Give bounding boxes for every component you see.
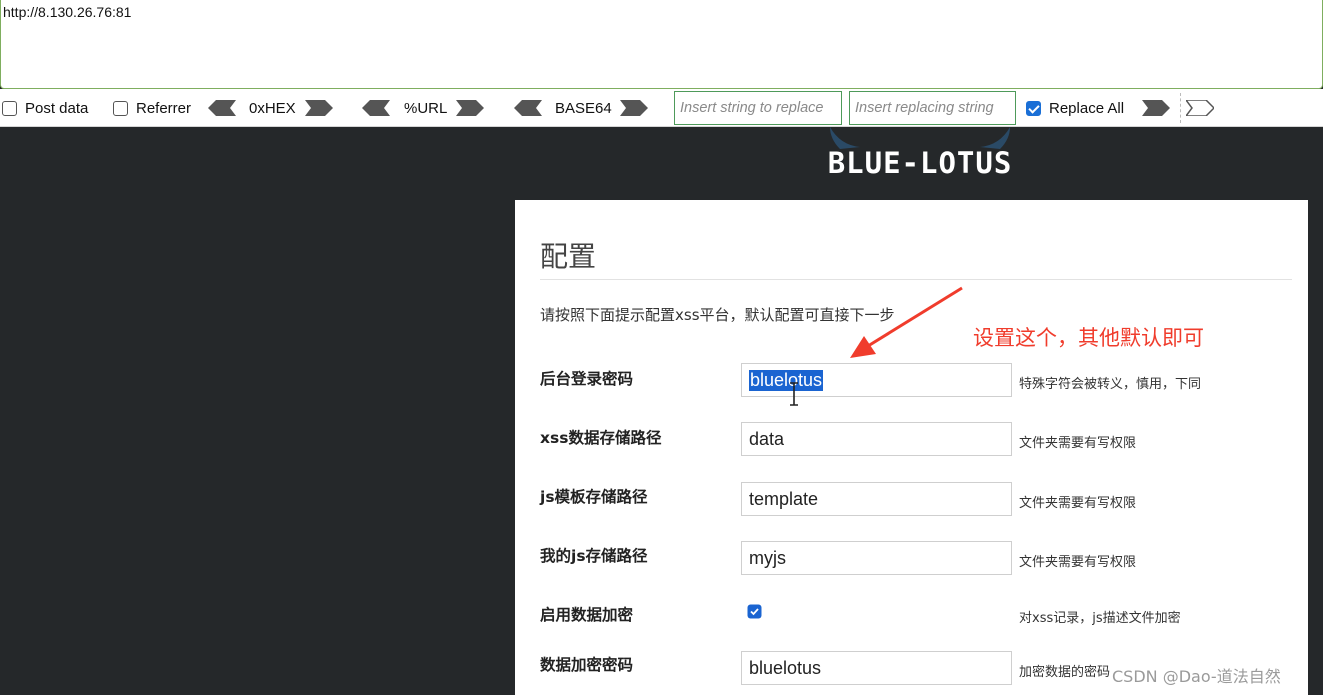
- my-js-path-label: 我的js存储路径: [540, 547, 648, 565]
- arrow-left-icon: [208, 100, 236, 116]
- hex-encode-button[interactable]: [305, 89, 333, 127]
- watermark: CSDN @Dao-道法自然: [1112, 667, 1281, 686]
- base64-label: BASE64: [555, 99, 612, 117]
- replace-all-checkbox[interactable]: [1026, 100, 1041, 116]
- arrow-right-icon: [305, 100, 333, 116]
- arrow-right-icon: [1142, 100, 1170, 116]
- my-js-path-input[interactable]: myjs: [741, 541, 1012, 575]
- replace-search-input[interactable]: Insert string to replace: [674, 91, 842, 125]
- xss-data-path-value: data: [749, 428, 785, 449]
- url-label: %URL: [404, 99, 448, 117]
- hex-label: 0xHEX: [249, 99, 296, 117]
- my-js-path-hint: 文件夹需要有写权限: [1019, 555, 1137, 570]
- base64-encode-button[interactable]: [620, 89, 648, 127]
- annotation-arrow-icon: [850, 286, 963, 358]
- arrow-right-icon: [620, 100, 648, 116]
- encryption-password-input[interactable]: bluelotus: [741, 651, 1012, 685]
- replace-apply-button[interactable]: [1142, 89, 1170, 127]
- toolbar-divider: [1180, 93, 1181, 123]
- url-encode-button[interactable]: [456, 89, 484, 127]
- blue-lotus-logo: BLUE-LOTUS: [828, 127, 1013, 180]
- logo-text: BLUE-LOTUS: [828, 146, 1013, 180]
- hex-decode-button[interactable]: [208, 89, 236, 127]
- xss-data-path-input[interactable]: data: [741, 422, 1012, 456]
- xss-data-path-label: xss数据存储路径: [540, 429, 662, 447]
- encryption-password-value: bluelotus: [749, 657, 822, 678]
- xss-data-path-hint: 文件夹需要有写权限: [1019, 436, 1137, 451]
- js-template-path-label: js模板存储路径: [540, 488, 648, 506]
- arrow-right-icon: [456, 100, 484, 116]
- post-data-checkbox[interactable]: [2, 100, 17, 116]
- replace-all-toggle[interactable]: Replace All: [1026, 89, 1124, 127]
- arrow-left-icon: [514, 100, 542, 116]
- admin-password-hint: 特殊字符会被转义，慎用，下同: [1019, 377, 1202, 392]
- title-divider: [540, 279, 1292, 280]
- admin-password-value: bluelotus: [749, 369, 824, 391]
- replace-all-label: Replace All: [1049, 99, 1125, 117]
- url-text: http://8.130.26.76:81: [3, 4, 132, 20]
- referrer-label: Referrer: [136, 99, 192, 117]
- config-panel: 配置 请按照下面提示配置xss平台，默认配置可直接下一步 后台登录密码 blue…: [515, 200, 1308, 695]
- post-data-toggle[interactable]: Post data: [2, 89, 88, 127]
- annotation-text: 设置这个，其他默认即可: [973, 326, 1204, 350]
- post-data-label: Post data: [25, 99, 89, 117]
- encryption-password-hint: 加密数据的密码: [1019, 665, 1111, 680]
- hackbar-toolbar: Post data Referrer 0xHEX %URL BASE64 Ins…: [0, 89, 1323, 127]
- page-title: 配置: [540, 240, 597, 273]
- url-decode-button[interactable]: [362, 89, 390, 127]
- base64-decode-button[interactable]: [514, 89, 542, 127]
- replace-with-input[interactable]: Insert replacing string: [849, 91, 1016, 125]
- encryption-password-label: 数据加密密码: [540, 656, 634, 674]
- arrow-left-icon: [362, 100, 390, 116]
- referrer-checkbox[interactable]: [113, 100, 128, 116]
- js-template-path-value: template: [749, 488, 819, 509]
- enable-encryption-checkbox[interactable]: [747, 604, 762, 619]
- arrow-right-icon: [1186, 100, 1214, 116]
- text-cursor-icon: [790, 382, 798, 406]
- js-template-path-input[interactable]: template: [741, 482, 1012, 516]
- url-textarea[interactable]: http://8.130.26.76:81: [0, 0, 1323, 89]
- enable-encryption-label: 启用数据加密: [540, 606, 634, 624]
- execute-button[interactable]: [1186, 89, 1214, 127]
- referrer-toggle[interactable]: Referrer: [113, 89, 191, 127]
- js-template-path-hint: 文件夹需要有写权限: [1019, 496, 1137, 511]
- admin-password-label: 后台登录密码: [540, 370, 634, 388]
- my-js-path-value: myjs: [749, 547, 786, 568]
- enable-encryption-hint: 对xss记录，js描述文件加密: [1019, 611, 1181, 626]
